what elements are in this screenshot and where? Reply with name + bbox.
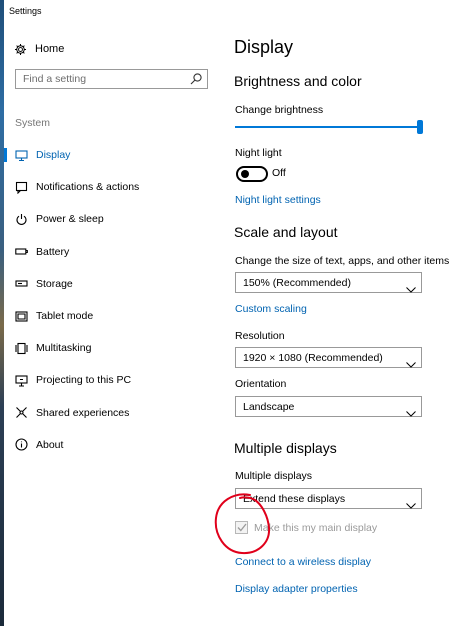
sidebar-item-label: Storage [36, 277, 73, 290]
night-light-toggle[interactable] [236, 166, 268, 182]
multiple-displays-label: Multiple displays [235, 470, 313, 482]
sidebar-nav: Display Notifications & actions Power & … [0, 139, 215, 461]
notifications-icon [15, 181, 28, 194]
checkmark-icon [237, 523, 247, 532]
section-heading-scale: Scale and layout [234, 224, 338, 240]
search-icon [189, 72, 203, 86]
orientation-label: Orientation [235, 378, 287, 390]
sidebar-item-display[interactable]: Display [0, 139, 215, 171]
search-placeholder: Find a setting [23, 73, 87, 85]
orientation-dropdown[interactable]: Landscape [235, 396, 422, 417]
shared-experiences-icon [15, 406, 28, 419]
chevron-down-icon [406, 404, 416, 417]
sidebar-item-label: Shared experiences [36, 406, 130, 419]
main-display-checkbox-label: Make this my main display [254, 522, 378, 534]
sidebar-item-label: Tablet mode [36, 310, 94, 323]
chevron-down-icon [406, 280, 416, 293]
sidebar-item-label: Notifications & actions [36, 181, 140, 194]
size-label: Change the size of text, apps, and other… [235, 255, 450, 267]
power-icon [15, 213, 28, 226]
scale-dropdown-value: 150% (Recommended) [243, 276, 351, 289]
home-label: Home [35, 43, 65, 55]
night-light-label: Night light [235, 147, 282, 159]
section-heading-multiple-displays: Multiple displays [234, 440, 337, 456]
section-heading-brightness: Brightness and color [234, 73, 362, 89]
battery-icon [15, 245, 28, 258]
sidebar-item-tablet-mode[interactable]: Tablet mode [0, 300, 215, 332]
brightness-slider-thumb[interactable] [417, 120, 423, 134]
custom-scaling-link[interactable]: Custom scaling [235, 303, 307, 315]
night-light-state: Off [272, 167, 286, 179]
sidebar-item-projecting[interactable]: Projecting to this PC [0, 364, 215, 396]
section-label-system: System [15, 117, 51, 129]
storage-icon [15, 277, 28, 290]
brightness-slider-track[interactable] [235, 126, 421, 128]
resolution-label: Resolution [235, 330, 285, 342]
scale-dropdown[interactable]: 150% (Recommended) [235, 272, 422, 293]
orientation-dropdown-value: Landscape [243, 400, 295, 413]
page-title: Display [234, 37, 294, 57]
multiple-displays-dropdown-value: Extend these displays [243, 492, 346, 505]
home-nav-item[interactable]: Home [14, 40, 64, 58]
sidebar-item-label: Power & sleep [36, 213, 104, 226]
sidebar-item-power-sleep[interactable]: Power & sleep [0, 203, 215, 235]
multiple-displays-dropdown[interactable]: Extend these displays [235, 488, 422, 509]
sidebar-item-label: Display [36, 149, 71, 162]
main-display-checkbox[interactable] [235, 521, 248, 534]
sidebar-item-about[interactable]: About [0, 429, 215, 461]
resolution-dropdown[interactable]: 1920 × 1080 (Recommended) [235, 347, 422, 368]
change-brightness-label: Change brightness [235, 104, 324, 116]
sidebar-item-label: Battery [36, 245, 70, 258]
sidebar-item-shared-experiences[interactable]: Shared experiences [0, 397, 215, 429]
window-title: Settings [9, 6, 42, 16]
resolution-dropdown-value: 1920 × 1080 (Recommended) [243, 351, 383, 364]
gear-icon [14, 43, 27, 56]
info-icon [15, 438, 28, 451]
night-light-settings-link[interactable]: Night light settings [235, 194, 321, 206]
monitor-icon [15, 149, 28, 162]
tablet-icon [15, 310, 28, 323]
chevron-down-icon [406, 496, 416, 509]
sidebar-item-label: Multitasking [36, 342, 92, 355]
multitasking-icon [15, 342, 28, 355]
sidebar-item-battery[interactable]: Battery [0, 236, 215, 268]
chevron-down-icon [406, 355, 416, 368]
display-adapter-properties-link[interactable]: Display adapter properties [235, 583, 358, 595]
sidebar-item-label: Projecting to this PC [36, 374, 132, 387]
sidebar-item-storage[interactable]: Storage [0, 268, 215, 300]
sidebar-item-multitasking[interactable]: Multitasking [0, 332, 215, 364]
sidebar-item-label: About [36, 438, 64, 451]
sidebar-item-notifications[interactable]: Notifications & actions [0, 171, 215, 203]
projecting-icon [15, 374, 28, 387]
search-input[interactable]: Find a setting [15, 69, 208, 89]
wireless-display-link[interactable]: Connect to a wireless display [235, 556, 371, 568]
